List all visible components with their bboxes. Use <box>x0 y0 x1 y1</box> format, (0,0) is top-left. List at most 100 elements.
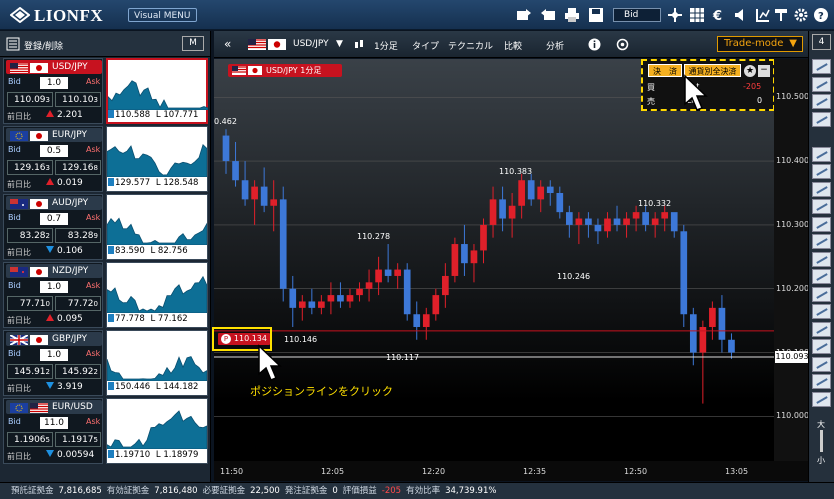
pair-name-bar[interactable]: GBP/JPY <box>6 332 102 346</box>
bid-price-button[interactable]: 110.093 <box>7 92 53 107</box>
channel-tool-icon[interactable] <box>812 234 831 249</box>
candle-body <box>442 275 449 296</box>
grid-icon[interactable] <box>689 7 705 23</box>
target-icon[interactable] <box>616 38 629 51</box>
rate-panel-eur-usd[interactable]: EUR/USD Bid 11.0 Ask 1.19065 1.19175 前日比… <box>3 398 208 464</box>
pen-tool-icon[interactable] <box>812 286 831 302</box>
analysis-button[interactable]: 分析 <box>546 39 564 52</box>
high-low: 110.588 L 107.771 <box>108 110 198 120</box>
time-axis[interactable]: 11:50 12:05 12:20 12:35 12:50 13:05 <box>214 461 808 481</box>
pair-name-bar[interactable]: NZD/JPY <box>6 264 102 278</box>
bid-ask-select[interactable]: Bid <box>613 8 661 22</box>
symbol-selector[interactable]: USD/JPY <box>293 39 329 49</box>
rate-icon[interactable]: € <box>711 7 727 23</box>
rate-panel-aud-jpy[interactable]: AUD/JPY Bid 0.7 Ask 83.282 83.289 前日比 0.… <box>3 194 208 260</box>
crosshair-settings-icon[interactable] <box>667 7 683 23</box>
timeframe-button[interactable]: 1分足 <box>374 39 398 52</box>
rate-panel-eur-jpy[interactable]: EUR/JPY Bid 0.5 Ask 129.163 129.168 前日比 … <box>3 126 208 192</box>
technical-button[interactable]: テクニカル <box>448 39 493 52</box>
jp-flag-icon <box>30 63 48 73</box>
candle-type-icon[interactable] <box>353 39 365 51</box>
bid-price-button[interactable]: 145.912 <box>7 364 53 379</box>
window-in-icon[interactable] <box>540 7 556 23</box>
ask-price-button[interactable]: 83.289 <box>55 228 101 243</box>
rate-panel-usd-jpy[interactable]: USD/JPY Bid 1.0 Ask 110.093 110.103 前日比 … <box>3 58 208 124</box>
settle-button[interactable]: 決 済 <box>648 64 682 77</box>
pair-name: USD/JPY <box>52 62 88 72</box>
bid-price-button[interactable]: 1.19065 <box>7 432 53 447</box>
pair-name-bar[interactable]: AUD/JPY <box>6 196 102 210</box>
print-icon[interactable] <box>564 7 580 23</box>
ask-price-button[interactable]: 145.922 <box>55 364 101 379</box>
star-icon[interactable]: ★ <box>744 65 756 77</box>
pair-name-bar[interactable]: EUR/USD <box>6 400 102 414</box>
trade-mode-button[interactable]: Trade-mode ▼ <box>717 36 803 52</box>
cursor-icon[interactable] <box>812 59 831 74</box>
help-icon[interactable]: ? <box>813 7 829 23</box>
zoom-icon[interactable] <box>812 391 831 407</box>
line-tool-icon[interactable] <box>812 146 831 162</box>
sound-icon[interactable] <box>733 7 749 23</box>
edit-list-icon[interactable] <box>6 37 20 51</box>
high-low: 1.19710 L 1.18979 <box>108 450 198 460</box>
ray-tool-icon[interactable] <box>812 181 831 197</box>
rate-panel-gbp-jpy[interactable]: GBP/JPY Bid 1.0 Ask 145.912 145.922 前日比 … <box>3 330 208 396</box>
candle-body <box>689 314 697 353</box>
rate-box[interactable]: EUR/USD Bid 11.0 Ask 1.19065 1.19175 前日比… <box>3 398 103 464</box>
horizontal-line-icon[interactable] <box>812 216 831 232</box>
save-icon[interactable] <box>588 7 604 23</box>
eraser-icon[interactable] <box>812 339 831 354</box>
candlestick-chart[interactable]: 0.462 110.383 110.278 110.332 110.246 110.146… <box>214 59 774 461</box>
chart-icon[interactable] <box>812 111 831 127</box>
ask-price-button[interactable]: 77.720 <box>55 296 101 311</box>
arrow-tool-icon[interactable] <box>812 321 831 337</box>
bell-icon[interactable] <box>812 76 831 92</box>
click-position-line-hint: ポジションラインをクリック <box>250 385 393 398</box>
pair-name-bar[interactable]: EUR/JPY <box>6 128 102 142</box>
spread-value: 11.0 <box>40 417 68 429</box>
collapse-chevron-icon[interactable]: « <box>224 37 231 51</box>
rate-box[interactable]: GBP/JPY Bid 1.0 Ask 145.912 145.922 前日比 … <box>3 330 103 396</box>
register-delete-label[interactable]: 登録/削除 <box>24 39 63 52</box>
rate-panel-nzd-jpy[interactable]: NZD/JPY Bid 1.0 Ask 77.710 77.720 前日比 0.… <box>3 262 208 328</box>
ask-price-button[interactable]: 110.103 <box>55 92 101 107</box>
mini-chart-area <box>107 410 207 449</box>
vertical-line-icon[interactable] <box>812 199 831 214</box>
bid-price-button[interactable]: 83.282 <box>7 228 53 243</box>
bid-price-button[interactable]: 77.710 <box>7 296 53 311</box>
ask-price-button[interactable]: 129.168 <box>55 160 101 175</box>
price-axis[interactable]: 110.500110.400110.300110.200110.100110.0… <box>774 59 809 461</box>
rate-box[interactable]: USD/JPY Bid 1.0 Ask 110.093 110.103 前日比 … <box>3 58 103 124</box>
fib-tool-icon[interactable] <box>812 251 831 267</box>
wave-tool-icon[interactable] <box>812 269 831 284</box>
rate-box[interactable]: EUR/JPY Bid 0.5 Ask 129.163 129.168 前日比 … <box>3 126 103 192</box>
sell-row: 売Lot0 <box>647 96 762 107</box>
pair-name-bar[interactable]: USD/JPY <box>6 60 102 74</box>
chart-grid-icon[interactable] <box>755 7 771 23</box>
chart-plot-area[interactable]: 0.462 110.383 110.278 110.332 110.246 110.146… <box>214 59 774 461</box>
brush-icon[interactable] <box>773 7 789 23</box>
gear-icon[interactable] <box>793 7 809 23</box>
bid-price-button[interactable]: 129.163 <box>7 160 53 175</box>
compare-button[interactable]: 比較 <box>504 39 522 52</box>
m-button[interactable]: M <box>182 36 204 51</box>
price-annotation: 110.332 <box>638 199 671 208</box>
panel-count-badge[interactable]: 4 <box>812 34 831 50</box>
chevron-down-icon[interactable]: ▼ <box>336 39 343 49</box>
info-icon[interactable] <box>588 38 601 51</box>
ask-price-button[interactable]: 1.19175 <box>55 432 101 447</box>
alert-icon[interactable] <box>812 94 831 109</box>
mini-chart-area <box>107 217 207 245</box>
window-out-icon[interactable] <box>516 7 532 23</box>
mini-chart-fill <box>107 356 207 381</box>
text-tool-icon[interactable] <box>812 304 831 319</box>
minimize-icon[interactable]: − <box>758 65 770 77</box>
rate-box[interactable]: NZD/JPY Bid 1.0 Ask 77.710 77.720 前日比 0.… <box>3 262 103 328</box>
zoom-slider[interactable] <box>820 430 823 452</box>
rect-tool-icon[interactable] <box>812 374 831 389</box>
chart-type-button[interactable]: タイプ <box>412 39 439 52</box>
rate-box[interactable]: AUD/JPY Bid 0.7 Ask 83.282 83.289 前日比 0.… <box>3 194 103 260</box>
circle-tool-icon[interactable] <box>812 356 831 372</box>
visual-menu-button[interactable]: Visual MENU <box>128 8 197 22</box>
trend-tool-icon[interactable] <box>812 164 831 179</box>
